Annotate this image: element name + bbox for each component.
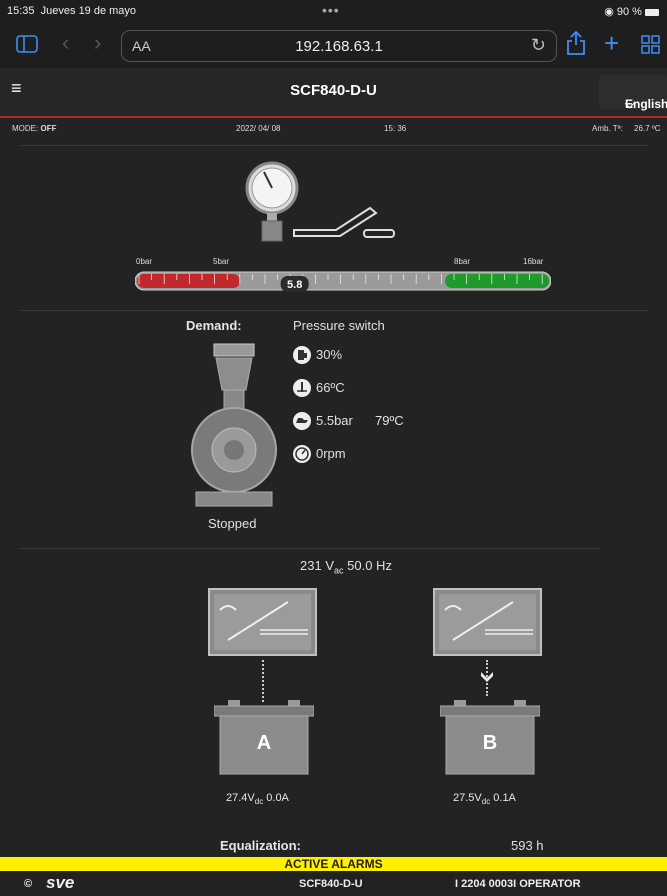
coolant-icon: [292, 378, 312, 403]
current-time: 15: 36: [384, 124, 407, 133]
battery-a-label: A: [256, 732, 272, 754]
app-header: ≡ SCF840-D-U English ⌵: [0, 68, 667, 118]
url-text: 192.168.63.1: [295, 38, 383, 55]
divider: [20, 310, 647, 311]
equalization-label: Equalization:: [220, 838, 301, 853]
browser-toolbar: ‹ › AA 192.168.63.1 ↻ +: [0, 22, 667, 68]
reload-icon[interactable]: ↻: [531, 35, 546, 56]
ambient-temp-label: Amb. Tª:: [592, 124, 623, 133]
divider: [20, 145, 647, 146]
charger-b-reading: 27.5Vdc 0.1A: [453, 792, 516, 807]
footer-user: I 2204 0003I OPERATOR: [455, 878, 581, 890]
new-tab-icon[interactable]: +: [604, 28, 619, 59]
coolant-temp: 66ºC: [316, 380, 345, 395]
charger-a-reading: 27.4Vdc 0.0A: [226, 792, 289, 807]
page-title: SCF840-D-U: [290, 82, 377, 99]
back-icon[interactable]: ‹: [62, 30, 69, 56]
mains-voltage: 231 Vac 50.0 Hz: [300, 558, 392, 576]
multitask-dots-icon[interactable]: •••: [322, 2, 340, 18]
oil-icon: [292, 411, 312, 436]
address-bar[interactable]: AA 192.168.63.1 ↻: [121, 30, 557, 62]
demand-label: Demand:: [186, 318, 242, 333]
divider: [20, 548, 600, 549]
tachometer-icon: [292, 444, 312, 469]
active-alarms-bar[interactable]: ACTIVE ALARMS: [0, 857, 667, 871]
ios-status-bar: 15:35 Jueves 19 de mayo ••• ◉ 90 %: [0, 0, 667, 22]
footer-model: SCF840-D-U: [299, 878, 363, 890]
mode-indicator: MODE: OFF: [12, 124, 57, 133]
language-select[interactable]: English ⌵: [599, 75, 667, 111]
charger-a-connection: [262, 660, 264, 702]
pressure-gauge-icon: [245, 161, 395, 242]
engine-state: Stopped: [208, 516, 257, 531]
demand-value: Pressure switch: [293, 318, 385, 333]
fuel-icon: [292, 345, 312, 370]
pressure-gauge-bar: 5.8: [135, 271, 551, 292]
forward-icon[interactable]: ›: [94, 30, 101, 56]
ambient-temp-value: 26.7 ºC: [634, 124, 661, 133]
charger-b-icon: [433, 588, 542, 656]
gauge-label-5: 5bar: [213, 257, 230, 266]
current-date: 2022/ 04/ 08: [236, 124, 281, 133]
footer: © sve SCF840-D-U I 2204 0003I OPERATOR: [0, 871, 667, 896]
share-icon[interactable]: [566, 30, 586, 61]
wifi-icon: ◉: [604, 6, 614, 18]
battery-icon: [645, 9, 659, 16]
charging-arrow-icon: [481, 672, 493, 682]
equalization-value: 593 h: [511, 838, 544, 853]
oil-temp: 79ºC: [375, 413, 404, 428]
gauge-label-8: 8bar: [454, 257, 471, 266]
battery-b-label: B: [482, 732, 498, 754]
brand-logo: sve: [46, 873, 75, 892]
info-row: MODE: OFF 2022/ 04/ 08 15: 36 Amb. Tª: 2…: [0, 118, 667, 140]
gauge-value: 5.8: [287, 279, 302, 291]
battery-status: ◉ 90 %: [604, 5, 659, 18]
tabs-overview-icon[interactable]: [641, 35, 661, 60]
gauge-label-16: 16bar: [523, 257, 544, 266]
fuel-level: 30%: [316, 347, 343, 362]
engine-rpm: 0rpm: [316, 446, 346, 461]
status-time: 15:35 Jueves 19 de mayo: [7, 5, 137, 17]
copyright: ©: [24, 878, 33, 890]
gauge-label-0: 0bar: [136, 257, 153, 266]
charger-a-icon: [208, 588, 317, 656]
chevron-down-icon: ⌵: [625, 97, 635, 111]
oil-pressure: 5.5bar: [316, 413, 353, 428]
pump-engine-icon: [191, 343, 277, 507]
sidebar-icon[interactable]: [16, 33, 38, 59]
